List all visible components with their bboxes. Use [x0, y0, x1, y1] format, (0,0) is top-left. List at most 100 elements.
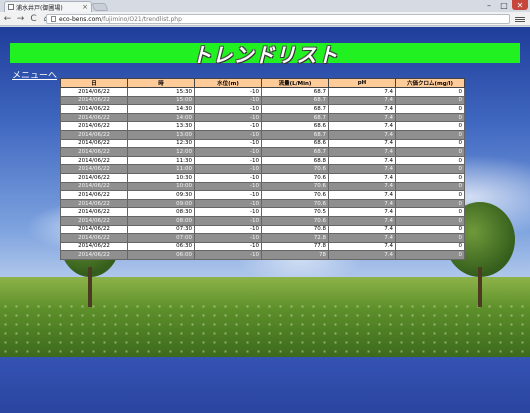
- cell-water-level: -10: [194, 198, 262, 209]
- table-row: 2014/06/22 10:00 -10 70.6 7.4 0: [60, 181, 465, 192]
- cell-ph: 7.4: [328, 233, 396, 243]
- cell-time: 11:00: [127, 164, 195, 174]
- cell-time: 06:30: [127, 241, 195, 252]
- maximize-button[interactable]: □: [497, 0, 511, 10]
- cell-water-level: -10: [194, 250, 262, 260]
- cell-chromium: 0: [395, 147, 465, 157]
- tab-close-icon[interactable]: ×: [82, 3, 88, 11]
- table-row: 2014/06/22 12:00 -10 68.7 7.4 0: [60, 147, 465, 157]
- table-row: 2014/06/22 06:00 -10 78 7.4 0: [60, 250, 465, 260]
- table-row: 2014/06/22 10:30 -10 70.6 7.4 0: [60, 172, 465, 183]
- cell-water-level: -10: [194, 138, 262, 149]
- cell-water-level: -10: [194, 233, 262, 243]
- cell-flow-rate: 68.7: [261, 95, 329, 106]
- cell-date: 2014/06/22: [60, 198, 128, 209]
- table-row: 2014/06/22 08:00 -10 70.6 7.4 0: [60, 215, 465, 226]
- cell-chromium: 0: [395, 104, 465, 114]
- cell-time: 09:00: [127, 198, 195, 209]
- cell-water-level: -10: [194, 181, 262, 192]
- cell-water-level: -10: [194, 104, 262, 114]
- header-flow-rate: 流量(L/Min): [261, 78, 329, 88]
- cell-date: 2014/06/22: [60, 87, 128, 97]
- browser-tab[interactable]: 浦水井戸(御圃場) ×: [4, 1, 92, 12]
- forward-button[interactable]: →: [15, 13, 26, 24]
- cell-water-level: -10: [194, 215, 262, 226]
- header-date: 日: [60, 78, 128, 88]
- cell-date: 2014/06/22: [60, 112, 128, 123]
- cell-date: 2014/06/22: [60, 181, 128, 192]
- cell-water-level: -10: [194, 147, 262, 157]
- cell-flow-rate: 68.6: [261, 138, 329, 149]
- cell-chromium: 0: [395, 198, 465, 209]
- table-row: 2014/06/22 07:00 -10 72.8 7.4 0: [60, 233, 465, 243]
- url-host: eco-bens.com: [59, 15, 102, 23]
- cell-water-level: -10: [194, 241, 262, 252]
- cell-time: 08:00: [127, 215, 195, 226]
- cell-chromium: 0: [395, 190, 465, 200]
- trend-table: 日 時 水位(m) 流量(L/Min) pH 六価クロム(mg/l) 2014/…: [60, 78, 465, 260]
- cell-date: 2014/06/22: [60, 121, 128, 131]
- cell-flow-rate: 78: [261, 250, 329, 260]
- cell-time: 07:30: [127, 224, 195, 235]
- table-row: 2014/06/22 15:00 -10 68.7 7.4 0: [60, 95, 465, 106]
- header-ph: pH: [328, 78, 396, 88]
- page-title: トレンドリスト: [191, 42, 339, 67]
- browser-menu-icon[interactable]: [515, 14, 525, 24]
- cell-water-level: -10: [194, 190, 262, 200]
- close-window-button[interactable]: ✕: [512, 0, 528, 10]
- cell-time: 12:00: [127, 147, 195, 157]
- back-button[interactable]: ←: [2, 13, 13, 24]
- cell-flow-rate: 70.6: [261, 215, 329, 226]
- table-row: 2014/06/22 08:30 -10 70.5 7.4 0: [60, 207, 465, 217]
- cell-time: 08:30: [127, 207, 195, 217]
- cell-date: 2014/06/22: [60, 147, 128, 157]
- browser-toolbar: ← → C ⌂ eco-bens.com /fujimino/O21/trend…: [0, 12, 530, 26]
- cell-time: 09:30: [127, 190, 195, 200]
- cell-chromium: 0: [395, 129, 465, 140]
- cell-ph: 7.4: [328, 181, 396, 192]
- cell-flow-rate: 70.5: [261, 207, 329, 217]
- trend-table-container: 日 時 水位(m) 流量(L/Min) pH 六価クロム(mg/l) 2014/…: [60, 78, 465, 260]
- cell-time: 14:30: [127, 104, 195, 114]
- table-row: 2014/06/22 09:30 -10 70.6 7.4 0: [60, 190, 465, 200]
- cell-flow-rate: 70.8: [261, 224, 329, 235]
- table-header-row: 日 時 水位(m) 流量(L/Min) pH 六価クロム(mg/l): [60, 78, 465, 88]
- cell-flow-rate: 70.6: [261, 181, 329, 192]
- cell-chromium: 0: [395, 181, 465, 192]
- cell-date: 2014/06/22: [60, 129, 128, 140]
- cell-flow-rate: 68.7: [261, 112, 329, 123]
- table-row: 2014/06/22 14:30 -10 68.7 7.4 0: [60, 104, 465, 114]
- cell-time: 12:30: [127, 138, 195, 149]
- cell-time: 07:00: [127, 233, 195, 243]
- cell-ph: 7.4: [328, 104, 396, 114]
- table-row: 2014/06/22 09:00 -10 70.6 7.4 0: [60, 198, 465, 209]
- cell-date: 2014/06/22: [60, 233, 128, 243]
- address-bar[interactable]: eco-bens.com /fujimino/O21/trendlist.php: [46, 14, 510, 24]
- cell-time: 10:30: [127, 172, 195, 183]
- cell-ph: 7.4: [328, 215, 396, 226]
- cell-flow-rate: 68.7: [261, 104, 329, 114]
- new-tab-button[interactable]: [91, 3, 109, 11]
- cell-water-level: -10: [194, 224, 262, 235]
- cell-date: 2014/06/22: [60, 207, 128, 217]
- reload-button[interactable]: C: [28, 13, 39, 24]
- cell-flow-rate: 72.8: [261, 233, 329, 243]
- cell-water-level: -10: [194, 207, 262, 217]
- cell-time: 10:00: [127, 181, 195, 192]
- cell-chromium: 0: [395, 155, 465, 166]
- cell-ph: 7.4: [328, 190, 396, 200]
- cell-date: 2014/06/22: [60, 172, 128, 183]
- minimize-button[interactable]: –: [482, 0, 496, 10]
- cell-ph: 7.4: [328, 207, 396, 217]
- background-bottom: [0, 357, 530, 413]
- page-favicon-icon: [8, 4, 14, 10]
- cell-chromium: 0: [395, 95, 465, 106]
- table-row: 2014/06/22 12:30 -10 68.6 7.4 0: [60, 138, 465, 149]
- cell-ph: 7.4: [328, 172, 396, 183]
- cell-water-level: -10: [194, 112, 262, 123]
- table-row: 2014/06/22 15:30 -10 68.7 7.4 0: [60, 87, 465, 97]
- page-viewport: トレンドリスト メニューへ 日 時 水位(m) 流量(L/Min) pH 六価ク…: [0, 27, 530, 413]
- menu-link[interactable]: メニューへ: [12, 68, 57, 81]
- cell-flow-rate: 70.6: [261, 172, 329, 183]
- cell-water-level: -10: [194, 155, 262, 166]
